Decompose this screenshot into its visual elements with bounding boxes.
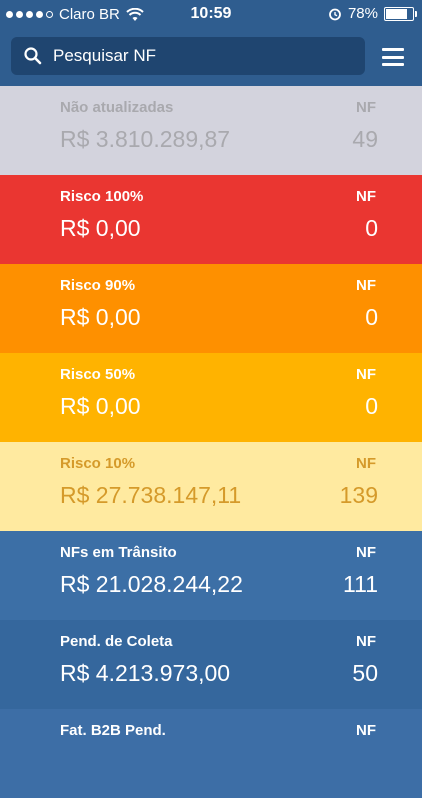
nf-label: NF (356, 455, 376, 472)
row-label: Risco 10% (60, 455, 136, 472)
menu-button[interactable] (382, 48, 404, 66)
nf-count: 139 (339, 482, 378, 508)
category-row-fat-b2b[interactable]: Fat. B2B Pend. NF (0, 709, 422, 798)
row-label: Não atualizadas (60, 99, 174, 116)
category-row-risco-90[interactable]: Risco 90% R$ 0,00 NF 0 (0, 264, 422, 353)
nf-label: NF (356, 99, 376, 116)
category-row-risco-10[interactable]: Risco 10% R$ 27.738.147,11 NF 139 (0, 442, 422, 531)
category-row-risco-50[interactable]: Risco 50% R$ 0,00 NF 0 (0, 353, 422, 442)
row-label: Risco 50% (60, 366, 136, 383)
row-label: Pend. de Coleta (60, 633, 173, 650)
battery-percent: 78% (347, 5, 378, 22)
search-box[interactable] (11, 37, 365, 75)
nf-label: NF (356, 277, 376, 294)
category-row-risco-100[interactable]: Risco 100% R$ 0,00 NF 0 (0, 175, 422, 264)
search-icon (24, 47, 42, 65)
nf-count: 111 (343, 571, 378, 597)
category-row-nao-atualizadas[interactable]: Não atualizadas R$ 3.810.289,87 NF 49 (0, 86, 422, 175)
hamburger-icon (382, 48, 404, 51)
nf-count: 0 (365, 215, 378, 241)
nf-label: NF (356, 544, 376, 561)
nf-category-list: Não atualizadas R$ 3.810.289,87 NF 49 Ri… (0, 86, 422, 798)
row-value: R$ 0,00 (60, 393, 141, 419)
nf-count: 49 (352, 126, 378, 152)
row-label: Risco 100% (60, 188, 144, 205)
row-value: R$ 21.028.244,22 (60, 571, 243, 597)
row-label: NFs em Trânsito (60, 544, 177, 561)
status-bar: Claro BR 10:59 78% (0, 0, 422, 30)
category-row-em-transito[interactable]: NFs em Trânsito R$ 21.028.244,22 NF 111 (0, 531, 422, 620)
search-input[interactable] (51, 45, 355, 67)
row-label: Fat. B2B Pend. (60, 722, 166, 739)
category-row-pend-coleta[interactable]: Pend. de Coleta R$ 4.213.973,00 NF 50 (0, 620, 422, 709)
nf-label: NF (356, 366, 376, 383)
nf-label: NF (356, 188, 376, 205)
nf-label: NF (356, 722, 376, 739)
battery-icon (384, 6, 417, 21)
row-value: R$ 4.213.973,00 (60, 660, 231, 686)
alarm-icon (329, 8, 341, 20)
nf-label: NF (356, 633, 376, 650)
battery-area: 78% (328, 5, 417, 22)
row-label: Risco 90% (60, 277, 136, 294)
row-value: R$ 27.738.147,11 (60, 482, 242, 508)
nf-count: 0 (365, 304, 378, 330)
row-value: R$ 3.810.289,87 (60, 126, 231, 152)
nf-count: 0 (365, 393, 378, 419)
row-value: R$ 0,00 (60, 215, 141, 241)
header-bar (0, 30, 422, 86)
nf-count: 50 (352, 660, 378, 686)
row-value: R$ 0,00 (60, 304, 141, 330)
